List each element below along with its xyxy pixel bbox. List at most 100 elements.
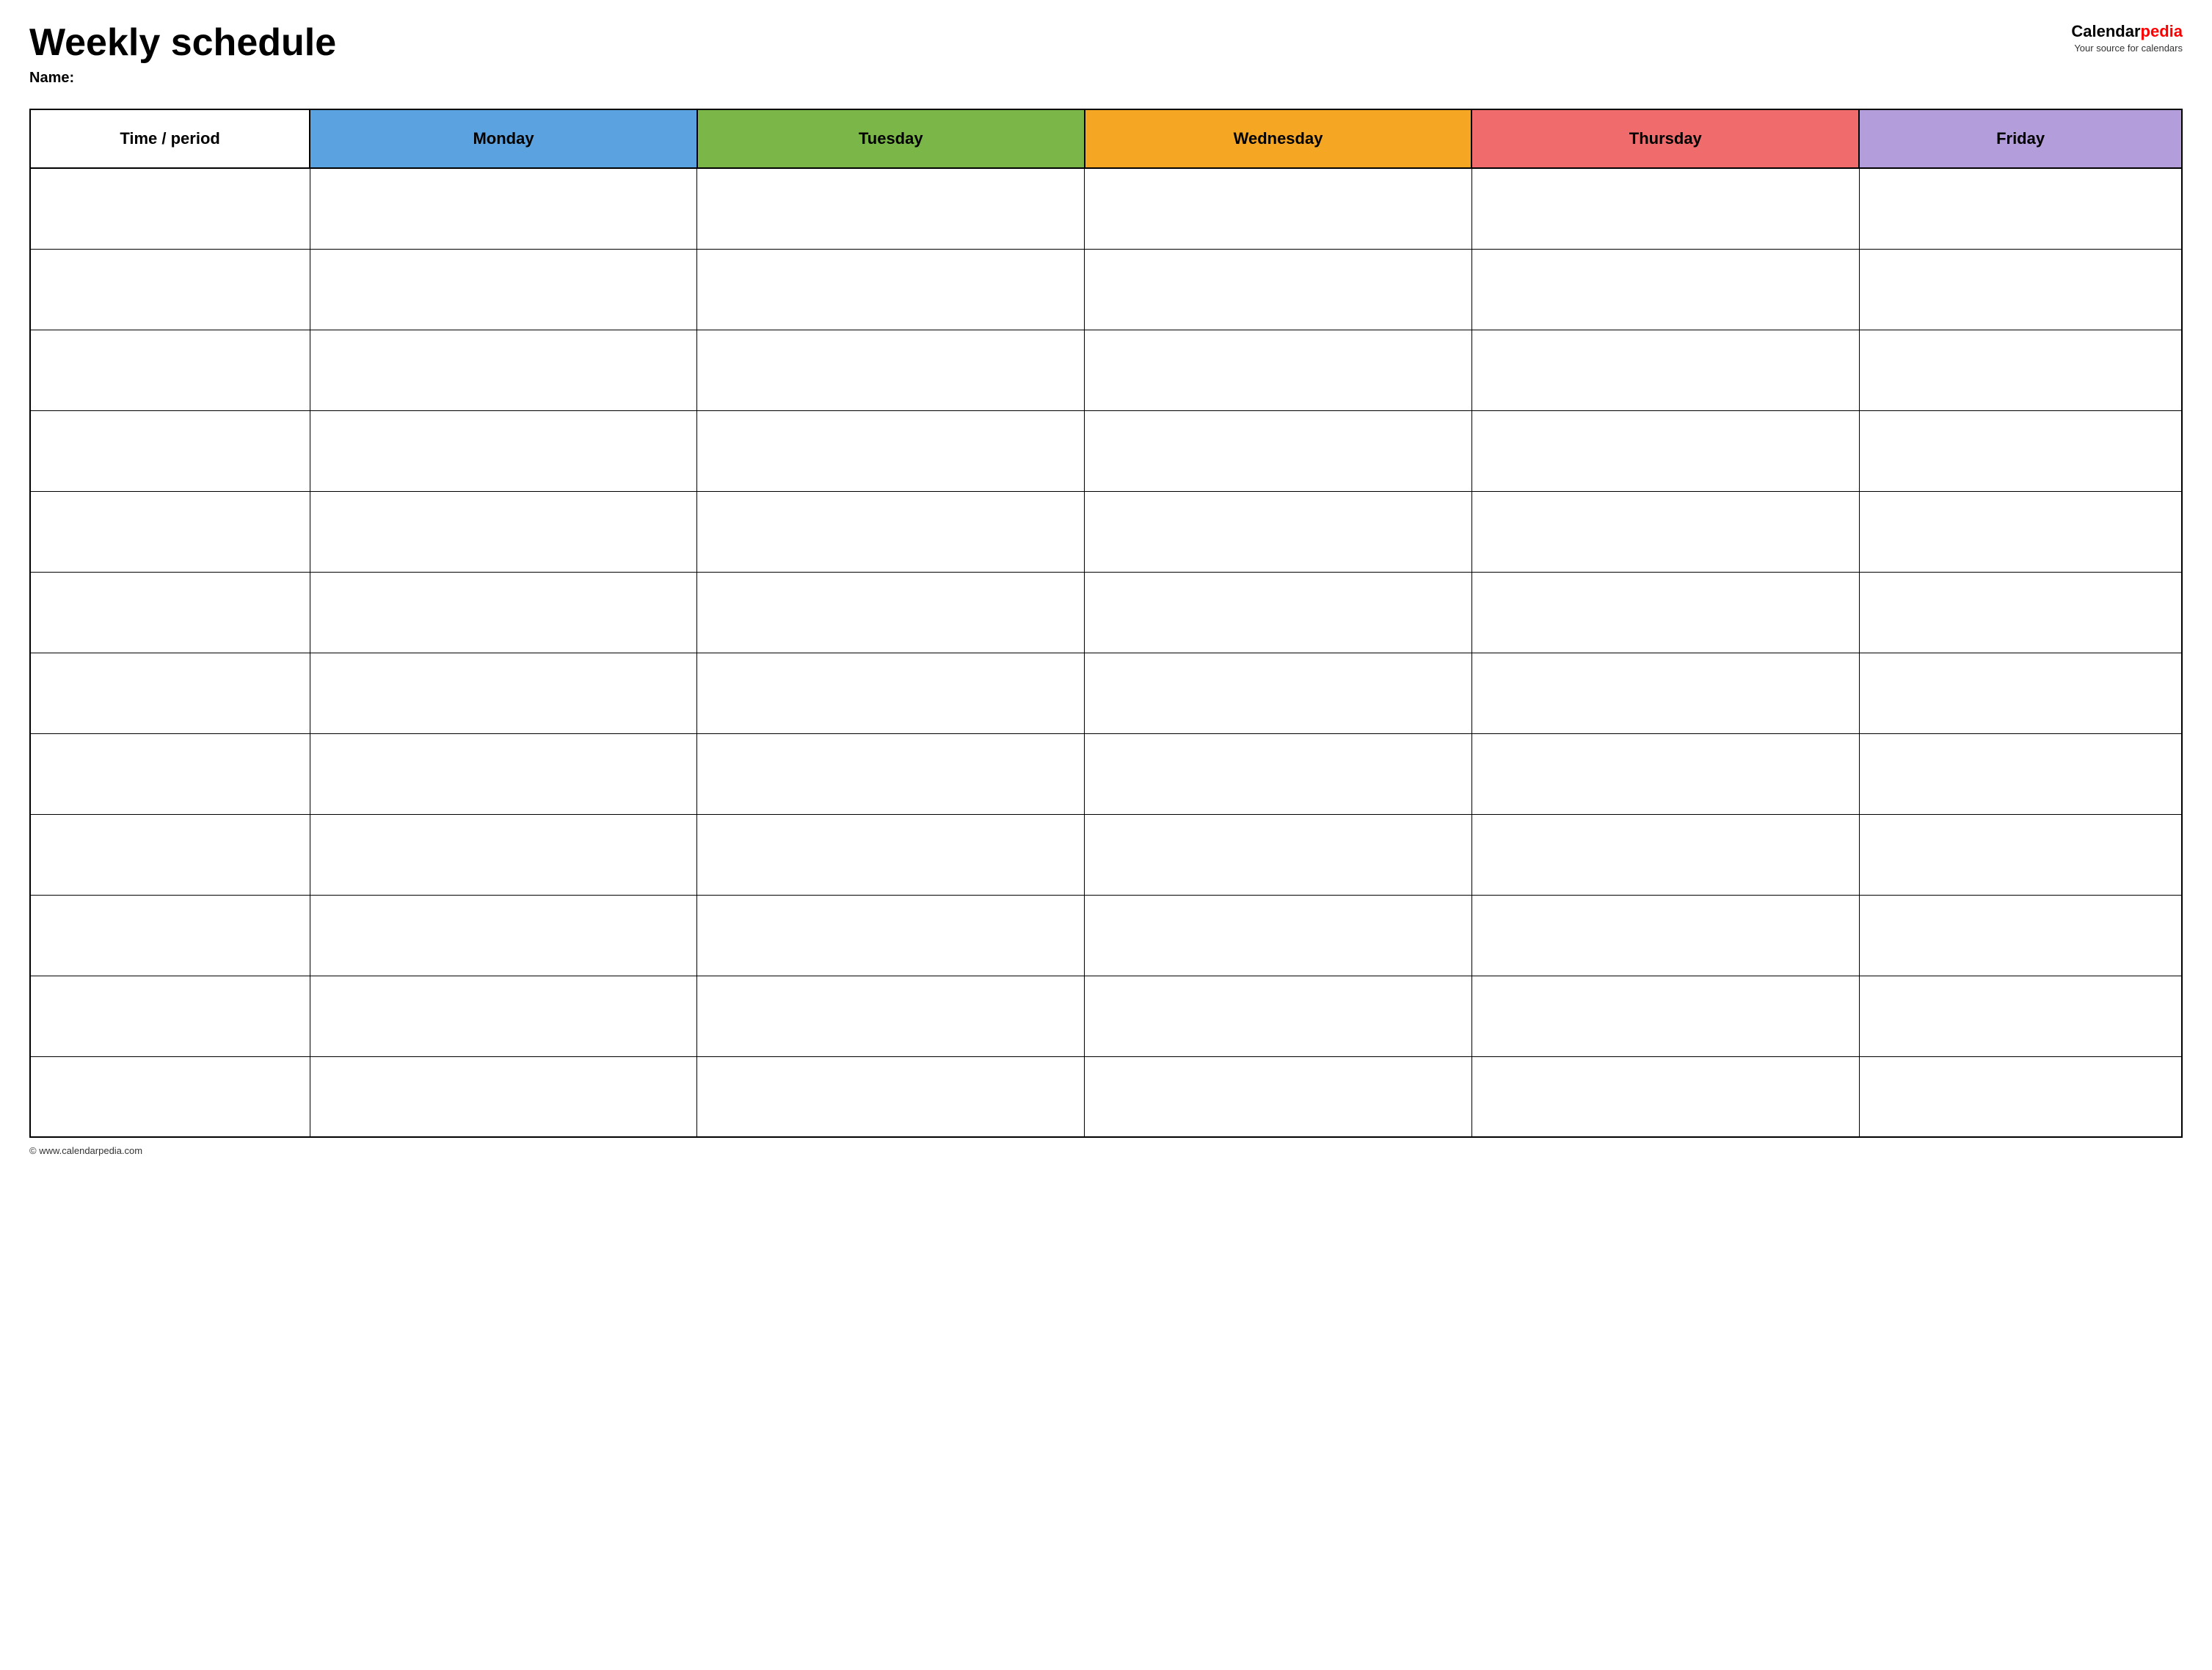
schedule-cell[interactable] bbox=[1471, 249, 1859, 330]
time-cell[interactable] bbox=[30, 168, 310, 249]
schedule-table: Time / period Monday Tuesday Wednesday T… bbox=[29, 109, 2183, 1138]
col-header-thursday: Thursday bbox=[1471, 109, 1859, 168]
schedule-cell[interactable] bbox=[310, 1056, 697, 1137]
table-row bbox=[30, 572, 2182, 653]
time-cell[interactable] bbox=[30, 491, 310, 572]
schedule-cell[interactable] bbox=[1859, 733, 2182, 814]
time-cell[interactable] bbox=[30, 1056, 310, 1137]
schedule-cell[interactable] bbox=[1859, 814, 2182, 895]
logo-text: Calendarpedia bbox=[2071, 22, 2183, 41]
table-row bbox=[30, 249, 2182, 330]
schedule-cell[interactable] bbox=[310, 572, 697, 653]
schedule-cell[interactable] bbox=[697, 491, 1085, 572]
schedule-cell[interactable] bbox=[697, 410, 1085, 491]
footer: © www.calendarpedia.com bbox=[29, 1145, 2183, 1156]
time-cell[interactable] bbox=[30, 733, 310, 814]
schedule-cell[interactable] bbox=[1859, 1056, 2182, 1137]
schedule-cell[interactable] bbox=[1471, 168, 1859, 249]
schedule-cell[interactable] bbox=[310, 330, 697, 410]
table-row bbox=[30, 976, 2182, 1056]
schedule-cell[interactable] bbox=[1859, 330, 2182, 410]
time-cell[interactable] bbox=[30, 410, 310, 491]
schedule-cell[interactable] bbox=[1859, 168, 2182, 249]
table-header: Time / period Monday Tuesday Wednesday T… bbox=[30, 109, 2182, 168]
schedule-cell[interactable] bbox=[1471, 733, 1859, 814]
footer-url: © www.calendarpedia.com bbox=[29, 1145, 142, 1156]
col-header-friday: Friday bbox=[1859, 109, 2182, 168]
schedule-cell[interactable] bbox=[1085, 491, 1472, 572]
schedule-cell[interactable] bbox=[1085, 410, 1472, 491]
schedule-cell[interactable] bbox=[697, 976, 1085, 1056]
schedule-cell[interactable] bbox=[1085, 330, 1472, 410]
schedule-cell[interactable] bbox=[310, 249, 697, 330]
table-body bbox=[30, 168, 2182, 1137]
time-cell[interactable] bbox=[30, 814, 310, 895]
schedule-cell[interactable] bbox=[310, 653, 697, 733]
col-header-time: Time / period bbox=[30, 109, 310, 168]
schedule-cell[interactable] bbox=[310, 976, 697, 1056]
schedule-cell[interactable] bbox=[1471, 1056, 1859, 1137]
schedule-cell[interactable] bbox=[1859, 976, 2182, 1056]
table-row bbox=[30, 491, 2182, 572]
schedule-cell[interactable] bbox=[310, 491, 697, 572]
schedule-cell[interactable] bbox=[697, 653, 1085, 733]
schedule-cell[interactable] bbox=[1085, 168, 1472, 249]
main-title: Weekly schedule bbox=[29, 22, 2071, 64]
schedule-cell[interactable] bbox=[1085, 249, 1472, 330]
table-row bbox=[30, 733, 2182, 814]
schedule-cell[interactable] bbox=[697, 814, 1085, 895]
logo-tagline: Your source for calendars bbox=[2071, 43, 2183, 54]
schedule-cell[interactable] bbox=[1471, 653, 1859, 733]
schedule-cell[interactable] bbox=[697, 895, 1085, 976]
time-cell[interactable] bbox=[30, 249, 310, 330]
schedule-cell[interactable] bbox=[1085, 895, 1472, 976]
schedule-cell[interactable] bbox=[1471, 410, 1859, 491]
table-row bbox=[30, 653, 2182, 733]
schedule-cell[interactable] bbox=[1471, 330, 1859, 410]
schedule-cell[interactable] bbox=[310, 895, 697, 976]
schedule-cell[interactable] bbox=[697, 249, 1085, 330]
schedule-cell[interactable] bbox=[1085, 733, 1472, 814]
table-row bbox=[30, 330, 2182, 410]
schedule-cell[interactable] bbox=[310, 814, 697, 895]
time-cell[interactable] bbox=[30, 976, 310, 1056]
schedule-cell[interactable] bbox=[310, 168, 697, 249]
schedule-cell[interactable] bbox=[310, 410, 697, 491]
schedule-cell[interactable] bbox=[1471, 491, 1859, 572]
table-row bbox=[30, 895, 2182, 976]
logo-pedia: pedia bbox=[2141, 22, 2183, 40]
schedule-cell[interactable] bbox=[1859, 491, 2182, 572]
header-row: Time / period Monday Tuesday Wednesday T… bbox=[30, 109, 2182, 168]
schedule-cell[interactable] bbox=[1085, 653, 1472, 733]
name-label: Name: bbox=[29, 70, 2071, 87]
schedule-cell[interactable] bbox=[1471, 572, 1859, 653]
time-cell[interactable] bbox=[30, 330, 310, 410]
schedule-cell[interactable] bbox=[1471, 814, 1859, 895]
schedule-cell[interactable] bbox=[697, 168, 1085, 249]
schedule-cell[interactable] bbox=[697, 572, 1085, 653]
logo-calendar: Calendar bbox=[2071, 22, 2140, 40]
title-section: Weekly schedule Name: bbox=[29, 22, 2071, 101]
schedule-cell[interactable] bbox=[310, 733, 697, 814]
schedule-cell[interactable] bbox=[1859, 572, 2182, 653]
schedule-cell[interactable] bbox=[1859, 895, 2182, 976]
schedule-cell[interactable] bbox=[697, 330, 1085, 410]
time-cell[interactable] bbox=[30, 895, 310, 976]
schedule-cell[interactable] bbox=[1085, 1056, 1472, 1137]
col-header-monday: Monday bbox=[310, 109, 697, 168]
logo-section: Calendarpedia Your source for calendars bbox=[2071, 22, 2183, 54]
schedule-cell[interactable] bbox=[1859, 410, 2182, 491]
table-row bbox=[30, 814, 2182, 895]
schedule-cell[interactable] bbox=[697, 733, 1085, 814]
schedule-cell[interactable] bbox=[1859, 653, 2182, 733]
schedule-cell[interactable] bbox=[1085, 572, 1472, 653]
time-cell[interactable] bbox=[30, 572, 310, 653]
schedule-cell[interactable] bbox=[1085, 814, 1472, 895]
time-cell[interactable] bbox=[30, 653, 310, 733]
schedule-cell[interactable] bbox=[1085, 976, 1472, 1056]
schedule-cell[interactable] bbox=[1471, 976, 1859, 1056]
schedule-cell[interactable] bbox=[1859, 249, 2182, 330]
schedule-cell[interactable] bbox=[697, 1056, 1085, 1137]
table-row bbox=[30, 1056, 2182, 1137]
schedule-cell[interactable] bbox=[1471, 895, 1859, 976]
